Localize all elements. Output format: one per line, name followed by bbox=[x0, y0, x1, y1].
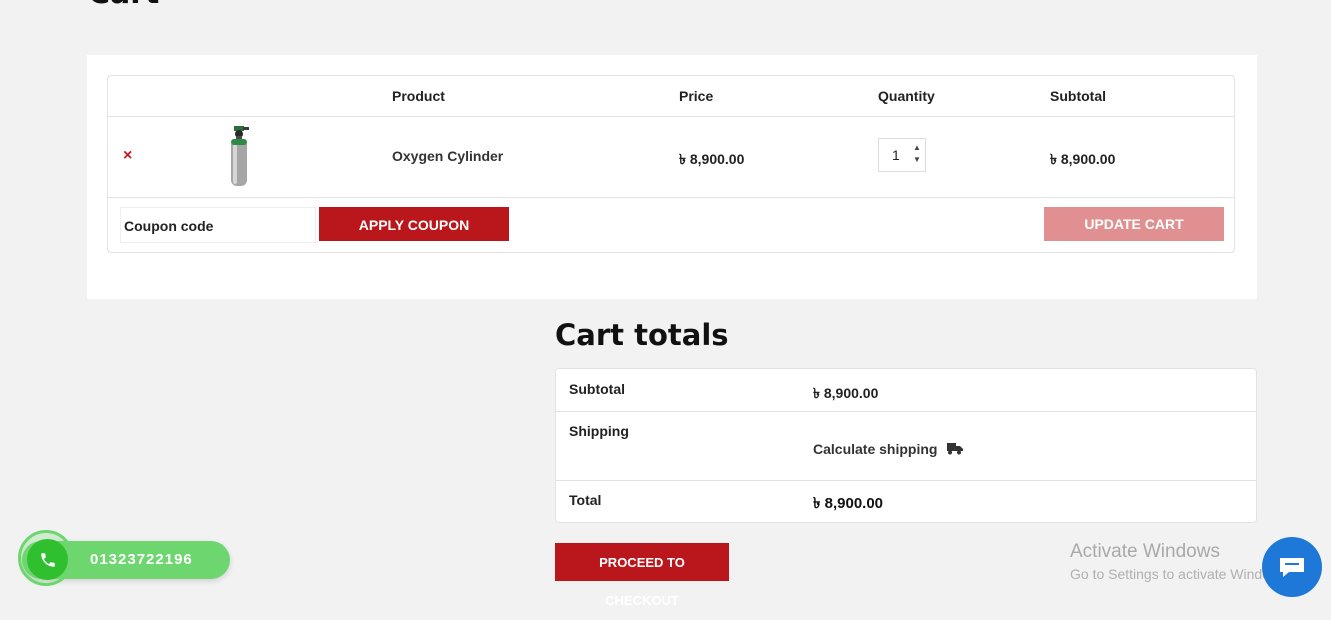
quantity-stepper[interactable]: 1 ▲ ▼ bbox=[878, 138, 926, 172]
call-widget[interactable]: 01323722196 bbox=[18, 530, 230, 586]
cart-totals-title: Cart totals bbox=[555, 318, 729, 352]
chat-icon[interactable] bbox=[1262, 537, 1322, 597]
subtotal-value: ৳ 8,900.00 bbox=[813, 385, 879, 401]
product-name-link[interactable]: Oxygen Cylinder bbox=[392, 148, 503, 164]
calculate-shipping-link[interactable]: Calculate shipping bbox=[813, 441, 964, 458]
apply-coupon-button[interactable]: APPLY COUPON bbox=[319, 207, 509, 241]
cart-totals-table: Subtotal ৳ 8,900.00 Shipping Calculate s… bbox=[555, 368, 1257, 523]
table-row: × Oxygen Cylinder ৳ 8,900.00 1 ▲ ▼ ৳ 8,9… bbox=[108, 116, 1234, 198]
watermark-title: Activate Windows bbox=[1070, 541, 1220, 562]
calculate-shipping-text: Calculate shipping bbox=[813, 441, 938, 457]
totals-row-total: Total ৳ 8,900.00 bbox=[556, 480, 1256, 522]
cart-table: Product Price Quantity Subtotal × Oxygen… bbox=[107, 75, 1235, 253]
watermark-subtitle: Go to Settings to activate Windows. bbox=[1070, 566, 1291, 582]
item-price: ৳ 8,900.00 bbox=[679, 151, 745, 167]
remove-icon[interactable]: × bbox=[123, 147, 132, 165]
update-cart-button[interactable]: UPDATE CART bbox=[1044, 207, 1224, 241]
item-subtotal: ৳ 8,900.00 bbox=[1050, 151, 1116, 167]
proceed-to-checkout-button[interactable]: PROCEED TO CHECKOUT bbox=[555, 543, 729, 608]
spin-up-icon[interactable]: ▲ bbox=[911, 142, 923, 154]
call-number[interactable]: 01323722196 bbox=[90, 551, 193, 568]
cart-actions-row: Coupon code APPLY COUPON UPDATE CART bbox=[108, 197, 1234, 254]
header-product: Product bbox=[392, 88, 445, 104]
total-value: ৳ 8,900.00 bbox=[813, 495, 884, 512]
header-subtotal: Subtotal bbox=[1050, 88, 1106, 104]
shipping-label: Shipping bbox=[569, 423, 629, 439]
subtotal-label: Subtotal bbox=[569, 381, 625, 397]
product-thumbnail[interactable] bbox=[212, 124, 270, 188]
phone-icon[interactable] bbox=[27, 539, 68, 580]
coupon-input[interactable]: Coupon code bbox=[120, 207, 316, 243]
header-quantity: Quantity bbox=[878, 88, 935, 104]
cart-panel: Product Price Quantity Subtotal × Oxygen… bbox=[87, 55, 1257, 299]
totals-row-shipping: Shipping Calculate shipping bbox=[556, 411, 1256, 481]
header-price: Price bbox=[679, 88, 714, 104]
table-header-row: Product Price Quantity Subtotal bbox=[108, 76, 1234, 117]
quantity-value: 1 bbox=[892, 147, 900, 163]
page-title: Cart bbox=[88, 0, 159, 11]
spin-down-icon[interactable]: ▼ bbox=[911, 154, 923, 166]
total-label: Total bbox=[569, 492, 602, 508]
totals-row-subtotal: Subtotal ৳ 8,900.00 bbox=[556, 369, 1256, 412]
truck-icon bbox=[947, 442, 964, 458]
